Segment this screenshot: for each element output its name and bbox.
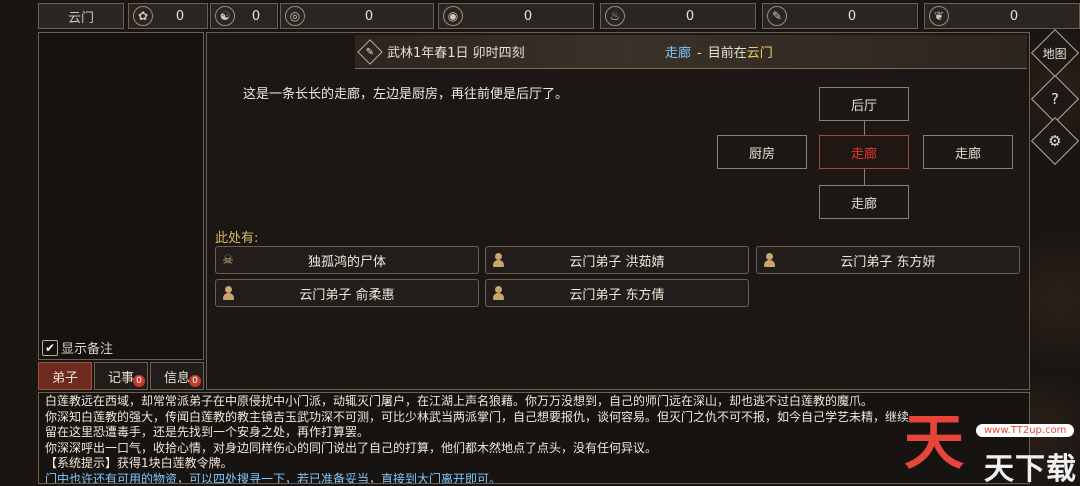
current-town: 云门	[746, 46, 773, 61]
location-line: 走廊 - 目前在云门	[665, 42, 773, 61]
resource-value: 0	[364, 8, 374, 24]
scroll-icon: ✎	[767, 6, 787, 26]
tab-label: 信息	[163, 370, 190, 386]
site-watermark: 天 www.TT2up.com 天下载	[900, 408, 1080, 486]
notification-badge: 0	[189, 375, 201, 387]
sect-name: 云门	[67, 10, 94, 26]
current-room: 走廊	[665, 46, 692, 61]
herb-icon: ♨	[605, 6, 625, 26]
tab-label: 弟子	[51, 370, 78, 386]
map-room-north[interactable]: 后厅	[819, 87, 909, 121]
tab-records[interactable]: 记事 0	[94, 362, 148, 390]
map-link	[864, 121, 865, 135]
map-room-east[interactable]: 走廊	[923, 135, 1013, 169]
location-panel: ✎ 武林1年春1日 卯时四刻 走廊 - 目前在云门 这是一条长长的走廊，左边是厨房，…	[206, 32, 1030, 390]
show-notes-toggle[interactable]: ✔ 显示备注	[42, 338, 113, 357]
resource-value: 0	[847, 8, 857, 24]
coin-icon: ◎	[285, 6, 305, 26]
separator: -	[697, 46, 702, 61]
person-icon	[490, 251, 506, 269]
resource-coin[interactable]: ◎ 0	[280, 3, 434, 29]
tab-label: 记事	[107, 370, 134, 386]
person-icon	[220, 284, 236, 302]
entity-person[interactable]: 云门弟子 东方倩	[485, 279, 749, 307]
food-bowl-icon: ◉	[443, 6, 463, 26]
entity-corpse[interactable]: ☠ 独孤鸿的尸体	[215, 246, 479, 274]
tab-messages[interactable]: 信息 0	[150, 362, 204, 390]
resource-value: 0	[175, 8, 185, 24]
map-room-south[interactable]: 走廊	[819, 185, 909, 219]
log-line: 你深知白莲教的强大，传闻白莲教的教主镜吉玉武功深不可测，可比少林武当两派掌门，自…	[45, 409, 910, 424]
message-log[interactable]: 白莲教远在西域，却常常派弟子在中原侵扰中小门派，动辄灭门屠户，在江湖上声名狼藉。…	[38, 392, 1030, 484]
entity-name: 云门弟子 东方妍	[840, 254, 936, 270]
resource-spirit[interactable]: ✿ 0	[128, 3, 208, 29]
now-in-label: 目前在	[707, 46, 747, 61]
map-room-west[interactable]: 厨房	[717, 135, 807, 169]
resource-food[interactable]: ◉ 0	[438, 3, 594, 29]
watermark-text: 天下载	[984, 452, 1077, 486]
skull-icon: ☠	[222, 252, 234, 268]
person-icon	[761, 251, 777, 269]
yin-yang-icon: ☯	[215, 6, 235, 26]
watermark-big: 天	[904, 408, 964, 478]
entity-name: 云门弟子 东方倩	[569, 287, 665, 303]
location-header: ✎ 武林1年春1日 卯时四刻 走廊 - 目前在云门	[355, 35, 1027, 69]
disciple-list-panel[interactable]	[38, 32, 204, 360]
entity-name: 云门弟子 俞柔惠	[299, 287, 395, 303]
checkbox-icon[interactable]: ✔	[42, 339, 58, 356]
game-date: 武林1年春1日 卯时四刻	[387, 46, 525, 61]
room-description: 这是一条长长的走廊，左边是厨房，再往前便是后厅了。	[243, 87, 569, 102]
map-room-current[interactable]: 走廊	[819, 135, 909, 169]
entity-person[interactable]: 云门弟子 洪茹婧	[485, 246, 749, 274]
log-line: 你深深呼出一口气，收拾心情，对身边同样伤心的同门说出了自己的打算，他们都木然地点…	[45, 440, 658, 455]
resource-scroll[interactable]: ✎ 0	[762, 3, 918, 29]
entity-name: 独孤鸿的尸体	[307, 254, 386, 270]
notification-badge: 0	[133, 375, 145, 387]
person-icon	[490, 284, 506, 302]
resource-yinyang[interactable]: ☯ 0	[210, 3, 278, 29]
log-line: 留在这里恐遭毒手，还是先找到一个安身之处，再作打算罢。	[45, 425, 370, 439]
resource-value: 0	[1009, 8, 1019, 24]
log-line: 白莲教远在西域，却常常派弟子在中原侵扰中小门派，动辄灭门屠户，在江湖上声名狼藉。…	[45, 394, 874, 408]
hint-message: 门中也许还有可用的物资，可以四处搜寻一下，若已准备妥当，直接到大门离开即可。	[45, 471, 502, 484]
show-notes-label: 显示备注	[61, 342, 114, 357]
resource-beast[interactable]: ❦ 0	[924, 3, 1080, 29]
resource-value: 0	[685, 8, 695, 24]
resource-herb[interactable]: ♨ 0	[600, 3, 756, 29]
resource-value: 0	[251, 8, 261, 24]
sect-name-box[interactable]: 云门	[38, 3, 124, 29]
spirit-icon: ✿	[133, 6, 153, 26]
system-message: 【系统提示】获得1块白莲教令牌。	[45, 456, 233, 470]
entity-name: 云门弟子 洪茹婧	[569, 254, 665, 270]
entity-person[interactable]: 云门弟子 俞柔惠	[215, 279, 479, 307]
calendar-icon: ✎	[357, 38, 383, 65]
here-label: 此处有:	[215, 231, 259, 246]
watermark-url: www.TT2up.com	[976, 424, 1075, 437]
tab-disciples[interactable]: 弟子	[38, 362, 92, 390]
beast-icon: ❦	[929, 6, 949, 26]
entity-person[interactable]: 云门弟子 东方妍	[756, 246, 1020, 274]
resource-value: 0	[523, 8, 533, 24]
